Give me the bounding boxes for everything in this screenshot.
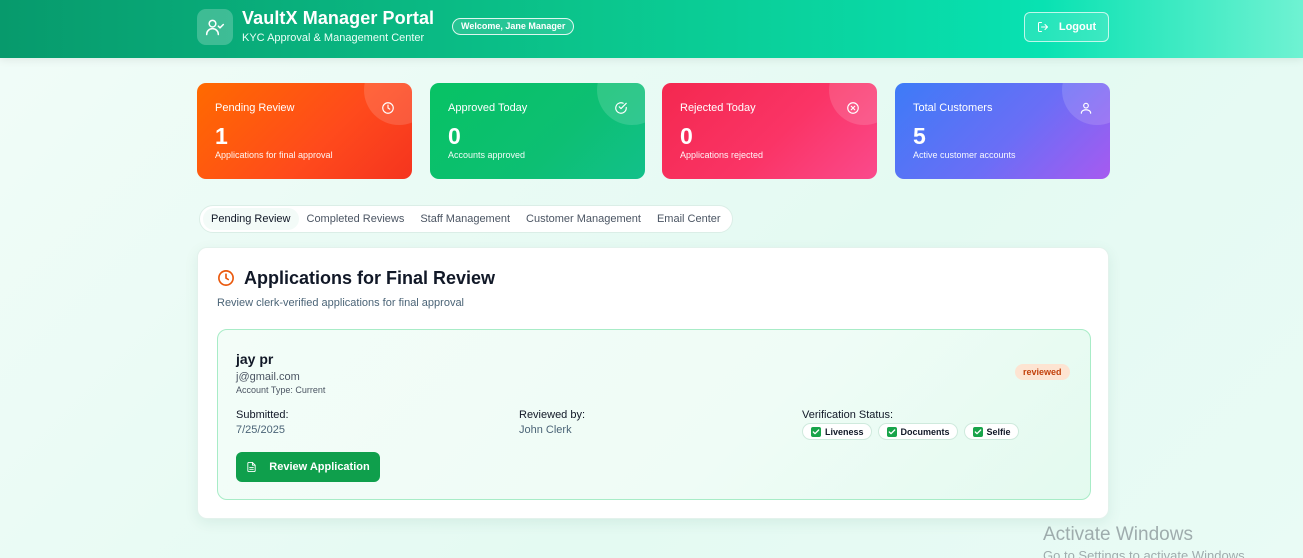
- logout-icon: [1037, 22, 1048, 32]
- verification-checks: Liveness Documents Selfie: [802, 423, 1019, 440]
- reviewed-by-label: Reviewed by:: [519, 409, 586, 421]
- stat-value: 1: [215, 123, 228, 149]
- stat-description: Applications for final approval: [215, 150, 333, 160]
- stat-value: 0: [680, 123, 693, 149]
- document-icon: [247, 461, 256, 473]
- checkbox-checked-icon: [972, 426, 983, 437]
- tab-pending-review[interactable]: Pending Review: [203, 208, 299, 230]
- stat-label: Rejected Today: [680, 102, 756, 114]
- activate-windows-title: Activate Windows: [1043, 524, 1193, 545]
- checkbox-checked-icon: [886, 426, 897, 437]
- clock-icon: [218, 270, 234, 286]
- logout-label: Logout: [1058, 21, 1097, 33]
- app-title: VaultX Manager Portal: [242, 8, 435, 28]
- clock-icon: [382, 102, 394, 114]
- welcome-badge: Welcome, Jane Manager: [452, 18, 575, 35]
- check-label: Documents: [900, 426, 950, 437]
- check-documents: Documents: [877, 423, 958, 440]
- stat-label: Pending Review: [215, 102, 295, 114]
- stat-description: Active customer accounts: [913, 150, 1016, 160]
- tab-bar: Pending Review Completed Reviews Staff M…: [199, 205, 733, 233]
- stat-label: Total Customers: [913, 102, 993, 114]
- panel-title: Applications for Final Review: [244, 268, 496, 288]
- tab-customer-management[interactable]: Customer Management: [518, 208, 649, 230]
- app-subtitle: KYC Approval & Management Center: [242, 32, 425, 44]
- status-badge: reviewed: [1015, 364, 1070, 380]
- check-circle-icon: [615, 102, 627, 114]
- review-application-label: Review Application: [269, 461, 370, 473]
- stat-description: Applications rejected: [680, 150, 764, 160]
- stat-description: Accounts approved: [448, 150, 526, 160]
- x-circle-icon: [847, 102, 859, 114]
- reviewed-by-value: John Clerk: [519, 424, 572, 436]
- tab-email-center[interactable]: Email Center: [649, 208, 729, 230]
- check-liveness: Liveness: [802, 423, 872, 440]
- check-label: Liveness: [825, 426, 864, 437]
- panel-subtitle: Review clerk-verified applications for f…: [217, 297, 465, 309]
- stat-value: 5: [913, 123, 926, 149]
- account-type: Account Type: Current: [236, 385, 326, 395]
- stat-card-total-customers: Total Customers 5 Active customer accoun…: [895, 83, 1110, 179]
- top-header: VaultX Manager Portal KYC Approval & Man…: [0, 0, 1303, 58]
- user-check-icon: [205, 19, 225, 36]
- applications-panel: Applications for Final Review Review cle…: [197, 247, 1109, 519]
- logout-button[interactable]: Logout: [1024, 12, 1109, 42]
- stat-card-approved: Approved Today 0 Accounts approved: [430, 83, 645, 179]
- customer-name: jay pr: [236, 351, 274, 367]
- stat-card-pending: Pending Review 1 Applications for final …: [197, 83, 412, 179]
- tab-staff-management[interactable]: Staff Management: [412, 208, 518, 230]
- customer-email: j@gmail.com: [236, 371, 300, 383]
- tab-completed-reviews[interactable]: Completed Reviews: [299, 208, 413, 230]
- submitted-label: Submitted:: [236, 409, 289, 421]
- activate-windows-subtitle: Go to Settings to activate Windows.: [1043, 548, 1249, 558]
- stat-label: Approved Today: [448, 102, 528, 114]
- review-application-button[interactable]: Review Application: [236, 452, 380, 482]
- verification-status-label: Verification Status:: [802, 409, 894, 421]
- check-label: Selfie: [986, 426, 1011, 437]
- application-card: jay pr j@gmail.com Account Type: Current…: [217, 329, 1091, 500]
- checkbox-checked-icon: [811, 426, 821, 437]
- stat-card-rejected: Rejected Today 0 Applications rejected: [662, 83, 877, 179]
- logo-badge: [197, 9, 233, 45]
- stat-value: 0: [448, 123, 461, 149]
- submitted-date: 7/25/2025: [236, 424, 285, 436]
- user-icon: [1080, 102, 1092, 114]
- check-selfie: Selfie: [963, 423, 1019, 440]
